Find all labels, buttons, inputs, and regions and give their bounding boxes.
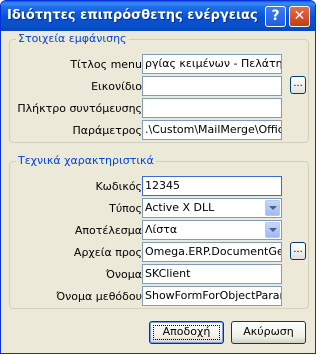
icon-label: Εικονίδιο — [91, 80, 142, 93]
menu-title-row: Τίτλος menu ργίας κειμένων - Πελάτης — [10, 54, 308, 75]
focus-rect — [153, 325, 220, 340]
files-input[interactable]: Omega.ERP.DocumentGen — [142, 242, 282, 262]
window-title: Ιδιότητες επιπρόσθετης ενέργειας — [7, 8, 258, 23]
files-label: Αρχεία προς — [73, 246, 142, 259]
chevron-down-icon[interactable] — [265, 200, 280, 216]
name-input[interactable]: SKClient — [142, 264, 282, 284]
menu-title-label: Τίτλος menu — [70, 58, 142, 71]
icon-browse-button[interactable]: ... — [290, 76, 306, 94]
files-row: Αρχεία προς Omega.ERP.DocumentGen ... — [10, 242, 308, 263]
help-button[interactable]: ? — [265, 6, 286, 27]
code-label: Κωδικός — [95, 180, 142, 193]
technical-group-title: Τεχνικά χαρακτηριστικά — [16, 154, 156, 167]
close-button[interactable]: ✕ — [289, 6, 310, 27]
appearance-group: Στοιχεία εμφάνισης Τίτλος menu ργίας κει… — [9, 32, 309, 143]
icon-row: Εικονίδιο ... — [10, 76, 308, 97]
ok-button[interactable]: Αποδοχή — [149, 321, 224, 344]
method-input[interactable]: ShowFormForObjectParams — [142, 286, 282, 306]
title-bar[interactable]: Ιδιότητες επιπρόσθετης ενέργειας ? ✕ — [1, 1, 315, 31]
files-browse-button[interactable]: ... — [290, 242, 306, 260]
cancel-button[interactable]: Ακύρωση — [231, 321, 306, 344]
dialog-window: Ιδιότητες επιπρόσθετης ενέργειας ? ✕ Στο… — [0, 0, 316, 354]
type-label: Τύπος — [109, 202, 142, 215]
shortcut-label: Πλήκτρο συντόμευσης — [17, 102, 142, 115]
code-input[interactable]: 12345 — [142, 176, 282, 196]
shortcut-input[interactable] — [142, 98, 282, 118]
chevron-down-icon[interactable] — [265, 222, 280, 238]
menu-title-input[interactable]: ργίας κειμένων - Πελάτης — [142, 54, 282, 74]
result-row: Αποτέλεσμα Λίστα — [10, 220, 308, 241]
shortcut-row: Πλήκτρο συντόμευσης — [10, 98, 308, 119]
params-label: Παράμετρος — [72, 124, 143, 137]
result-select[interactable]: Λίστα — [142, 220, 282, 240]
result-label: Αποτέλεσμα — [74, 224, 142, 237]
code-row: Κωδικός 12345 — [10, 176, 308, 197]
name-row: Όνομα SKClient — [10, 264, 308, 285]
method-row: Όνομα μεθόδου ShowFormForObjectParams — [10, 286, 308, 307]
type-row: Τύπος Active X DLL — [10, 198, 308, 219]
appearance-group-title: Στοιχεία εμφάνισης — [16, 32, 129, 45]
name-label: Όνομα — [105, 268, 142, 281]
type-select[interactable]: Active X DLL — [142, 198, 282, 218]
params-row: Παράμετρος .\Custom\MailMerge\Office — [10, 120, 308, 141]
type-select-value: Active X DLL — [145, 201, 215, 214]
technical-group: Τεχνικά χαρακτηριστικά Κωδικός 12345 Τύπ… — [9, 154, 309, 309]
result-select-value: Λίστα — [145, 223, 178, 236]
icon-input[interactable] — [142, 76, 282, 96]
params-input[interactable]: .\Custom\MailMerge\Office — [142, 120, 282, 140]
method-label: Όνομα μεθόδου — [56, 290, 142, 303]
